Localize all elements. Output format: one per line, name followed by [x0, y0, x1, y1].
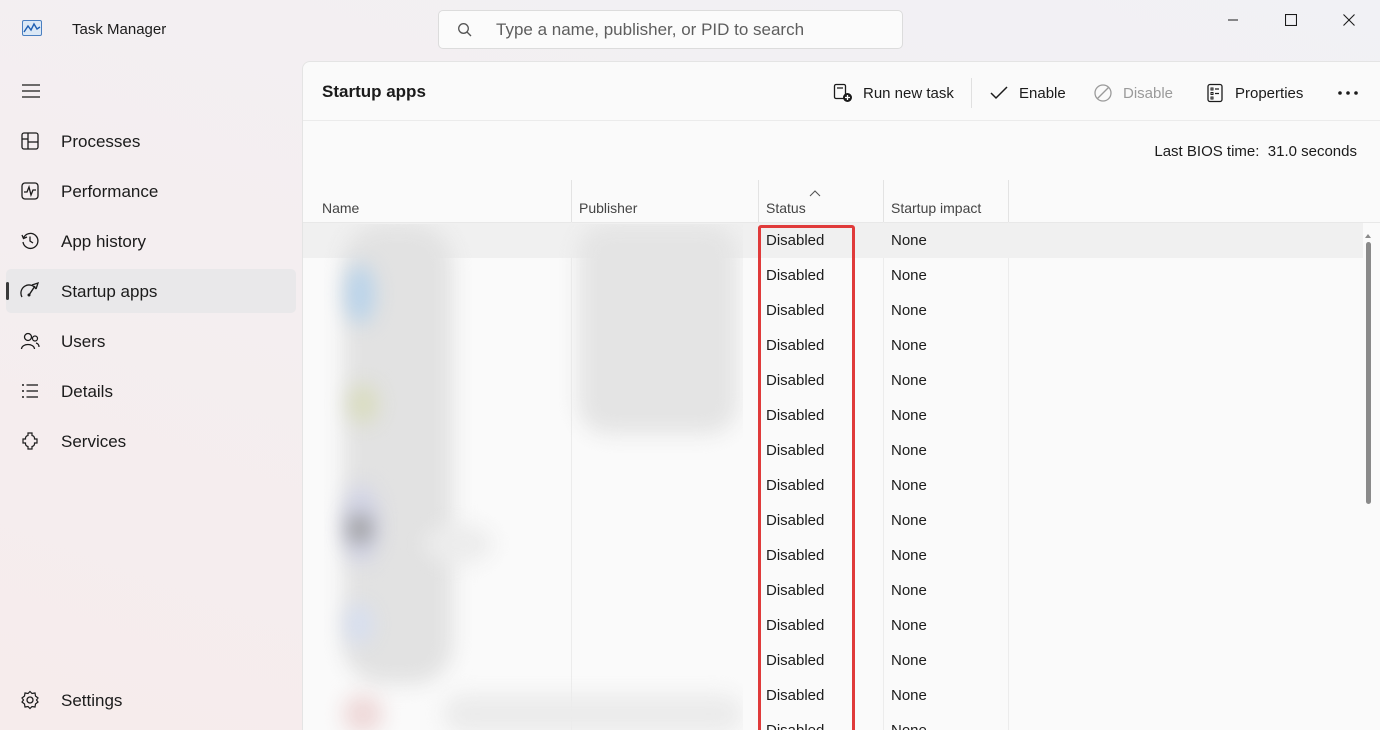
sidebar-item-users[interactable]: Users [6, 319, 296, 363]
sidebar-item-app-history[interactable]: App history [6, 219, 296, 263]
properties-button[interactable]: Properties [1205, 76, 1303, 110]
run-task-icon [833, 83, 852, 102]
startup-icon [20, 281, 40, 301]
users-icon [20, 331, 40, 351]
column-divider[interactable] [883, 180, 884, 222]
column-header-startup-impact[interactable]: Startup impact [891, 200, 981, 216]
column-divider[interactable] [571, 180, 572, 222]
settings-gear-icon [20, 690, 40, 710]
run-new-task-label: Run new task [863, 84, 954, 102]
impact-cell: None [891, 547, 927, 564]
disable-icon [1094, 84, 1112, 102]
impact-cell: None [891, 512, 927, 529]
column-header-status[interactable]: Status [766, 200, 806, 216]
checkmark-icon [990, 86, 1008, 100]
sidebar-item-processes[interactable]: Processes [6, 119, 296, 163]
impact-cell: None [891, 372, 927, 389]
impact-cell: None [891, 617, 927, 634]
last-bios-time: Last BIOS time: 31.0 seconds [1154, 143, 1357, 160]
enable-button[interactable]: Enable [989, 76, 1066, 110]
impact-cell: None [891, 407, 927, 424]
history-icon [20, 231, 40, 251]
column-divider[interactable] [1008, 180, 1009, 222]
services-icon [20, 431, 40, 451]
sidebar-item-startup-apps[interactable]: Startup apps [6, 269, 296, 313]
sidebar-item-label: Details [61, 382, 113, 401]
impact-cell: None [891, 477, 927, 494]
more-options-icon [1338, 91, 1358, 95]
active-indicator [6, 282, 9, 300]
close-icon [1343, 14, 1355, 26]
processes-icon [20, 131, 40, 151]
bios-label: Last BIOS time: [1154, 143, 1260, 160]
sidebar-item-details[interactable]: Details [6, 369, 296, 413]
page-title: Startup apps [322, 82, 426, 101]
impact-cell: None [891, 337, 927, 354]
scrollbar-thumb[interactable] [1366, 242, 1371, 504]
close-button[interactable] [1320, 0, 1378, 40]
search-input[interactable] [496, 19, 896, 40]
impact-cell: None [891, 722, 927, 730]
scroll-up-arrow-icon[interactable] [1364, 226, 1372, 243]
sidebar-item-performance[interactable]: Performance [6, 169, 296, 213]
performance-icon [20, 181, 40, 201]
search-icon [457, 22, 473, 38]
blurred-app-names [323, 224, 743, 730]
enable-label: Enable [1019, 84, 1066, 102]
minimize-button[interactable] [1204, 0, 1262, 40]
impact-cell: None [891, 442, 927, 459]
bios-value: 31.0 seconds [1267, 143, 1357, 160]
sidebar-item-label: Settings [61, 691, 123, 710]
sidebar-item-label: Services [61, 432, 127, 451]
column-header-name[interactable]: Name [322, 200, 359, 216]
sidebar-item-settings[interactable]: Settings [6, 678, 296, 722]
impact-cell: None [891, 302, 927, 319]
properties-icon [1207, 83, 1223, 103]
impact-cell: None [891, 232, 927, 249]
title-bar: Task Manager [0, 0, 1380, 60]
impact-cell: None [891, 582, 927, 599]
properties-label: Properties [1235, 84, 1304, 102]
impact-cell: None [891, 652, 927, 669]
run-new-task-button[interactable]: Run new task [833, 76, 954, 110]
hamburger-menu-button[interactable] [18, 78, 44, 104]
hamburger-icon [22, 84, 40, 98]
main-panel: Startup apps Run new task Enable Disable… [302, 61, 1380, 730]
sidebar-item-label: Processes [61, 132, 141, 151]
maximize-button[interactable] [1262, 0, 1320, 40]
sidebar-item-label: Startup apps [61, 282, 158, 301]
more-options-button[interactable] [1337, 76, 1369, 110]
maximize-icon [1285, 14, 1297, 26]
minimize-icon [1228, 19, 1238, 21]
sidebar-item-label: App history [61, 232, 147, 251]
toolbar-separator [971, 78, 972, 108]
window-title: Task Manager [72, 21, 167, 38]
column-divider[interactable] [758, 180, 759, 222]
disable-button[interactable]: Disable [1093, 76, 1173, 110]
column-header-publisher[interactable]: Publisher [579, 200, 637, 216]
toolbar-divider [303, 120, 1380, 121]
impact-cell: None [891, 687, 927, 704]
impact-cell: None [891, 267, 927, 284]
details-icon [20, 381, 40, 401]
sidebar-item-label: Performance [61, 182, 159, 201]
disable-label: Disable [1123, 84, 1174, 102]
sidebar-item-services[interactable]: Services [6, 419, 296, 463]
status-column-highlight [758, 225, 855, 730]
task-manager-icon [22, 20, 42, 36]
sort-ascending-icon [809, 184, 821, 201]
sidebar-item-label: Users [61, 332, 106, 351]
search-box[interactable] [438, 10, 903, 49]
